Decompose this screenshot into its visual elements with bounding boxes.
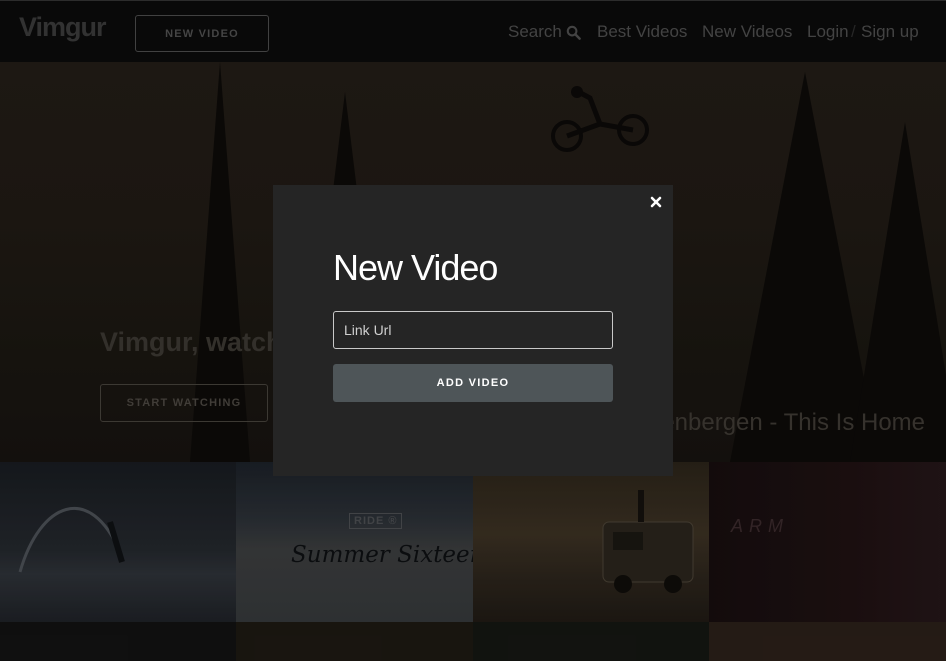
page: Vimgur NEW VIDEO Search Best Videos New … <box>0 0 946 661</box>
close-icon <box>650 196 662 208</box>
link-url-input[interactable] <box>333 311 613 349</box>
modal-title: New Video <box>333 247 498 288</box>
add-video-button[interactable]: ADD VIDEO <box>333 364 613 402</box>
close-button[interactable] <box>649 195 663 209</box>
new-video-modal: New Video ADD VIDEO <box>273 185 673 476</box>
